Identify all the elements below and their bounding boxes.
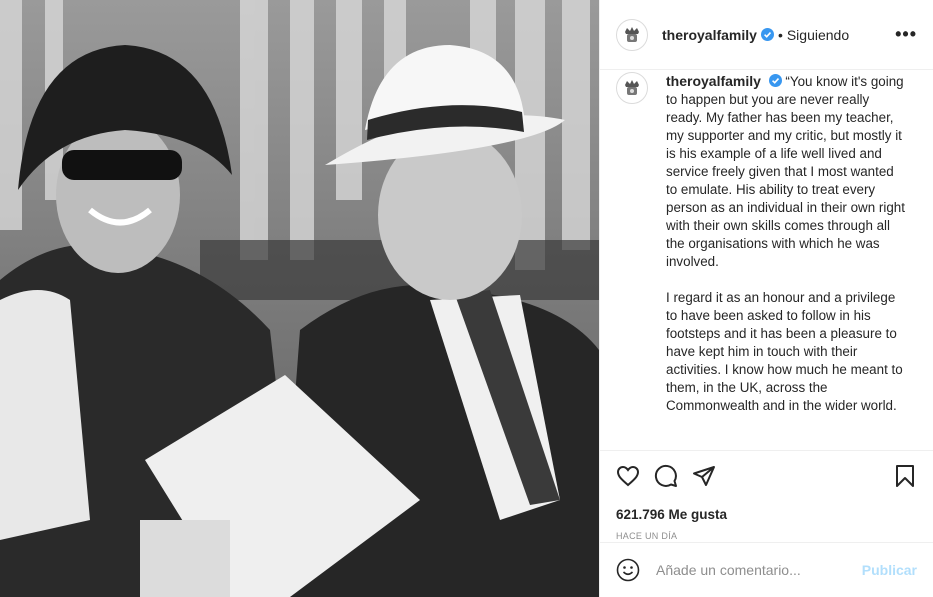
comment-input[interactable] <box>656 562 862 578</box>
header-username[interactable]: theroyalfamily <box>662 27 757 43</box>
post-photo[interactable] <box>0 0 599 597</box>
caption-text: theroyalfamily “You know it's going to h… <box>666 72 908 450</box>
post-actions: 621.796 Me gusta HACE UN DÍA <box>600 450 933 545</box>
caption-paragraph-2: I regard it as an honour and a privilege… <box>666 290 903 413</box>
heart-icon <box>616 465 640 487</box>
likes-count[interactable]: 621.796 Me gusta <box>616 507 917 522</box>
post-sidebar: theroyalfamily • Siguiendo ••• theroyalf… <box>599 0 933 597</box>
instagram-post: theroyalfamily • Siguiendo ••• theroyalf… <box>0 0 933 597</box>
comment-button[interactable] <box>654 464 678 488</box>
crest-icon <box>625 80 639 95</box>
more-options-button[interactable]: ••• <box>895 24 917 45</box>
like-button[interactable] <box>616 464 640 488</box>
emoji-button[interactable] <box>616 558 640 582</box>
share-icon <box>693 466 715 486</box>
post-photo-image <box>0 0 599 597</box>
caption-username[interactable]: theroyalfamily <box>666 73 761 89</box>
emoji-icon <box>616 558 640 582</box>
caption-paragraph-1: “You know it's going to happen but you a… <box>666 74 905 269</box>
follow-status-button[interactable]: Siguiendo <box>787 27 849 43</box>
post-header: theroyalfamily • Siguiendo ••• <box>600 0 933 70</box>
caption: theroyalfamily “You know it's going to h… <box>600 70 933 450</box>
share-button[interactable] <box>692 464 716 488</box>
verified-badge-icon <box>760 28 774 41</box>
comment-box: Publicar <box>600 542 933 597</box>
post-timestamp[interactable]: HACE UN DÍA <box>616 531 917 541</box>
publish-button[interactable]: Publicar <box>862 562 917 578</box>
caption-avatar[interactable] <box>616 72 648 104</box>
save-button[interactable] <box>893 464 917 488</box>
crest-icon <box>625 26 639 42</box>
profile-avatar[interactable] <box>616 18 648 51</box>
verified-badge-icon <box>768 74 782 87</box>
bookmark-icon <box>896 465 914 487</box>
header-separator: • <box>777 26 783 43</box>
comment-icon <box>654 464 677 487</box>
